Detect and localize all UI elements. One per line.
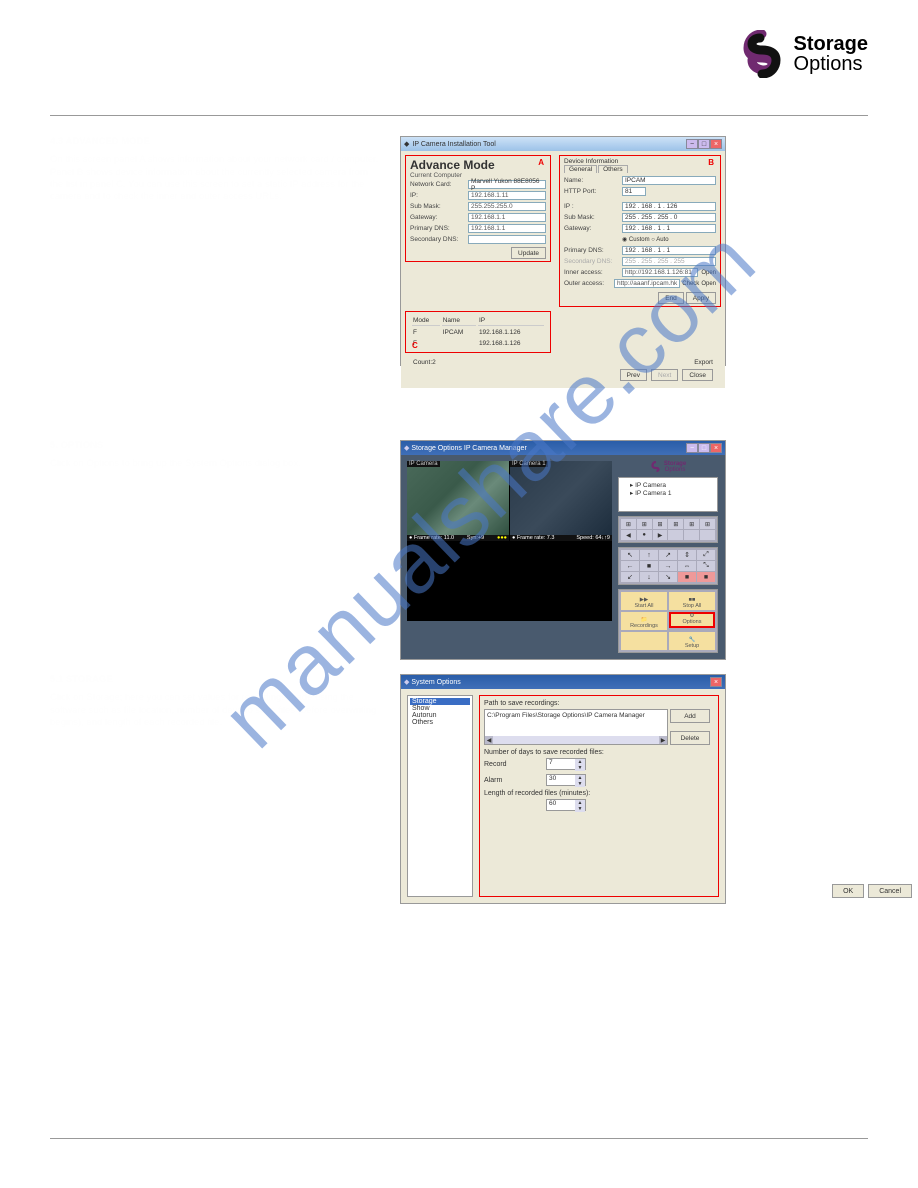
start-all-button[interactable]: ▶▶Start All [621, 592, 667, 610]
minimize-button[interactable]: − [686, 139, 698, 149]
menu-others[interactable]: Others [410, 719, 470, 726]
camera-manager-screenshot: ◆ Storage Options IP Camera Manager − □ … [400, 440, 726, 660]
install-tool-screenshot: ◆IP Camera Installation Tool − □ × Advan… [400, 136, 726, 366]
submask-input[interactable]: 255 . 255 . 255 . 0 [622, 213, 716, 222]
gateway-input[interactable]: 192 . 168 . 1 . 1 [622, 224, 716, 233]
cancel-button[interactable]: Cancel [868, 884, 912, 898]
apply-button[interactable]: Apply [686, 292, 716, 304]
logo-icon [738, 30, 786, 78]
view-controls[interactable]: ⊞⊞⊞⊞⊞⊞ ◀●▶ [618, 516, 718, 543]
camera-tree[interactable]: ▸ IP Camera ▸ IP Camera 1 [618, 477, 718, 512]
section-4-3: 4.3 ADVANCED MODE On this screen panel A… [50, 136, 380, 366]
ptz-controls[interactable]: ↖↑↗⇕⤢ ←■→⇔⤡ ↙↓↘■■ [618, 547, 718, 585]
tab-others[interactable]: Others [598, 165, 628, 173]
length-spinner[interactable]: 60▲▼ [546, 799, 586, 811]
minimize-button[interactable]: − [686, 443, 698, 453]
advance-mode-heading: Advance Mode [410, 158, 546, 172]
record-days-spinner[interactable]: 7▲▼ [546, 758, 586, 770]
empty-button [621, 632, 667, 650]
next-button: Next [651, 369, 678, 381]
close-button[interactable]: × [710, 677, 722, 687]
system-options-screenshot: ◆ System Options × Storage Show Autorun … [400, 674, 726, 904]
menu-show[interactable]: Show [410, 705, 470, 712]
window-titlebar: ◆ System Options × [401, 675, 725, 689]
http-port-input[interactable]: 81 [622, 187, 646, 196]
network-card-select[interactable]: Marvell Yukon 88E8056 P [468, 180, 546, 189]
delete-button[interactable]: Delete [670, 731, 710, 745]
table-row[interactable]: F192.168.1.126 [412, 339, 544, 348]
end-button[interactable]: End [658, 292, 684, 304]
camera-view-3[interactable] [407, 542, 509, 622]
window-titlebar: ◆IP Camera Installation Tool − □ × [401, 137, 725, 151]
setup-button[interactable]: 🔧Setup [669, 632, 715, 650]
prev-button[interactable]: Prev [620, 369, 647, 381]
update-button[interactable]: Update [511, 247, 546, 259]
camera-view-1[interactable]: IP Camera ● Frame rate: 11.0Syn:+9 ●●● [407, 461, 509, 541]
brand-logo: Storage Options [738, 30, 868, 78]
top-divider [50, 115, 868, 116]
export-link[interactable]: Export [694, 359, 713, 366]
recordings-button[interactable]: 📁Recordings [621, 612, 667, 630]
section-5-1: 5.1 STORAGE Click on Storage; here you c… [50, 674, 380, 904]
table-row[interactable]: FIPCAM192.168.1.126 [412, 328, 544, 337]
alarm-days-spinner[interactable]: 30▲▼ [546, 774, 586, 786]
close-button[interactable]: Close [682, 369, 713, 381]
path-list[interactable]: C:\Program Files\Storage Options\IP Came… [484, 709, 668, 745]
options-menu[interactable]: Storage Show Autorun Others [407, 695, 473, 897]
open-inner-link[interactable]: Open [701, 270, 716, 276]
add-button[interactable]: Add [670, 709, 710, 723]
section-5: 5. OPTIONS Click on Options to bring up … [50, 440, 380, 660]
tab-general[interactable]: General [564, 165, 597, 173]
ip-input[interactable]: 192 . 168 . 1 . 126 [622, 202, 716, 211]
camera-view-4[interactable] [510, 542, 612, 622]
menu-autorun[interactable]: Autorun [410, 712, 470, 719]
devices-table: ModeNameIP FIPCAM192.168.1.126 F192.168.… [410, 314, 546, 350]
name-input[interactable]: IPCAM [622, 176, 716, 185]
maximize-button[interactable]: □ [698, 443, 710, 453]
bottom-divider [50, 1138, 868, 1139]
check-outer-link[interactable]: Check [682, 281, 699, 287]
close-button[interactable]: × [710, 443, 722, 453]
maximize-button[interactable]: □ [698, 139, 710, 149]
menu-storage[interactable]: Storage [410, 698, 470, 705]
close-button[interactable]: × [710, 139, 722, 149]
stop-all-button[interactable]: ■■Stop All [669, 592, 715, 610]
options-button[interactable]: ⚙Options [669, 612, 715, 628]
panel-logo: StorageOptions [618, 461, 718, 473]
camera-view-2[interactable]: IP Camera 1 ● Frame rate: 7.3Speed: 64↓↑… [510, 461, 612, 541]
primary-dns-input[interactable]: 192 . 168 . 1 . 1 [622, 246, 716, 255]
open-outer-link[interactable]: Open [701, 281, 716, 287]
window-titlebar: ◆ Storage Options IP Camera Manager − □ … [401, 441, 725, 455]
ok-button[interactable]: OK [832, 884, 864, 898]
